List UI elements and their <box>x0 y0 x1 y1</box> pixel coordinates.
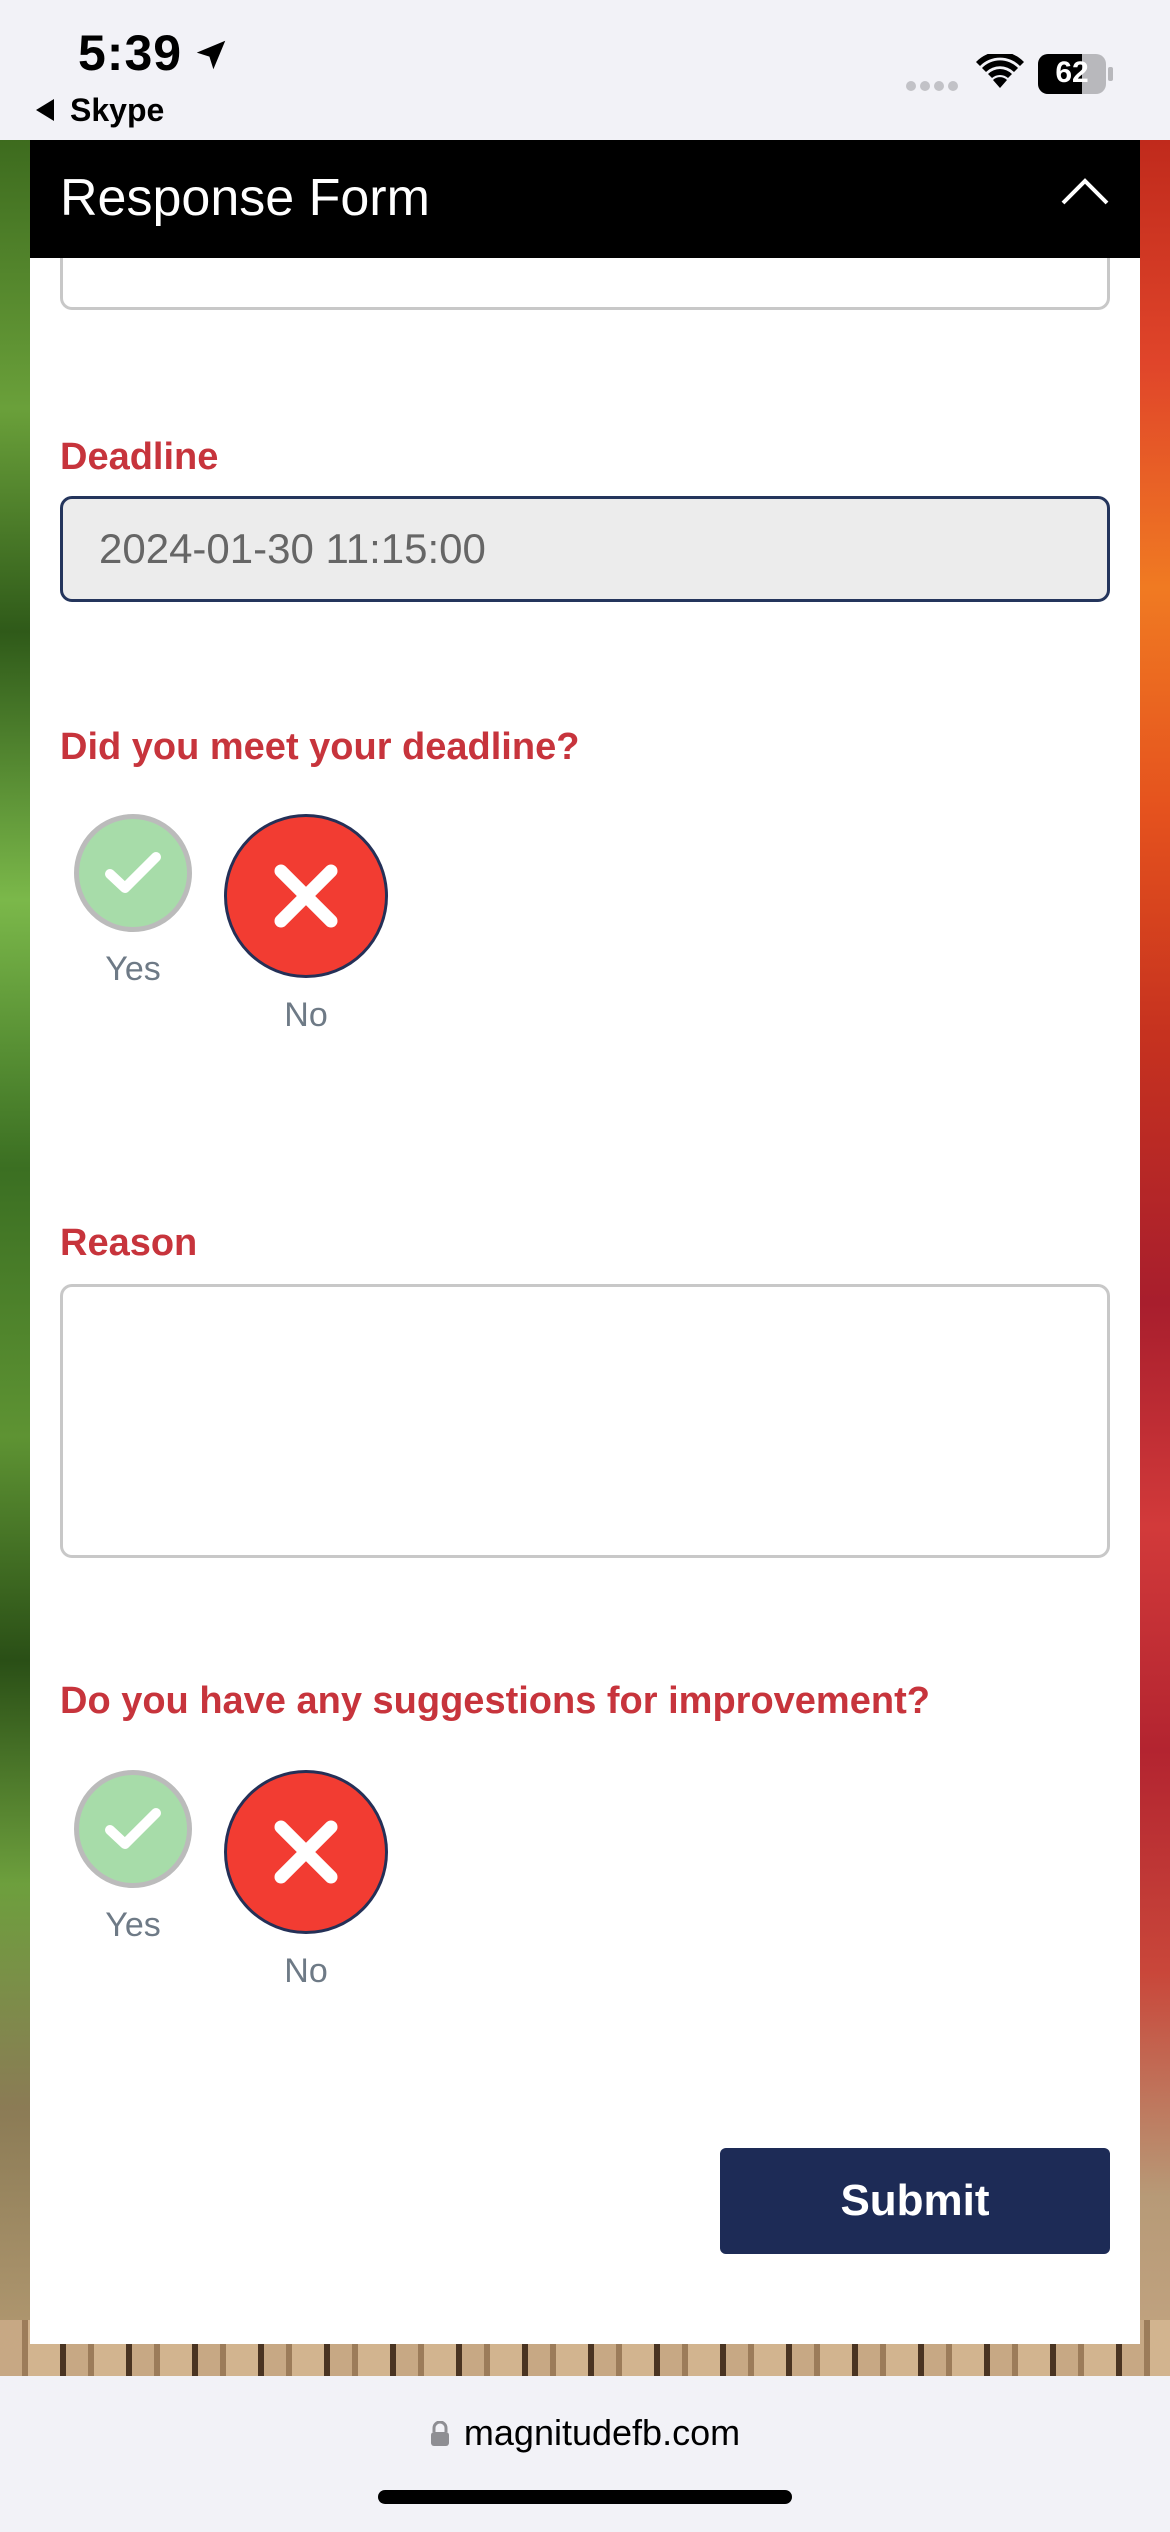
deadline-field[interactable]: 2024-01-30 11:15:00 <box>60 496 1110 602</box>
panel-header: Response Form <box>30 140 1140 258</box>
location-arrow-icon <box>196 40 226 70</box>
suggestions-yes-option[interactable]: Yes <box>74 1770 192 1945</box>
home-indicator[interactable] <box>378 2490 792 2504</box>
back-to-app-link[interactable]: Skype <box>36 92 164 129</box>
address-bar[interactable]: magnitudefb.com <box>0 2412 1170 2454</box>
url-text: magnitudefb.com <box>463 2412 741 2453</box>
background-image-left <box>0 140 30 2376</box>
background-image-right <box>1140 140 1170 2376</box>
status-bar: 5:39 Skype 62 <box>0 0 1170 140</box>
submit-button[interactable]: Submit <box>720 2148 1110 2254</box>
panel-title: Response Form <box>60 169 430 227</box>
check-icon <box>74 1770 192 1888</box>
wifi-icon <box>976 54 1024 88</box>
reason-textarea[interactable] <box>60 1284 1110 1558</box>
met-deadline-no-option[interactable]: No <box>224 814 388 1035</box>
check-icon <box>74 814 192 932</box>
met-deadline-yes-label: Yes <box>105 950 161 988</box>
lock-icon <box>430 2421 449 2446</box>
close-icon <box>224 814 388 978</box>
met-deadline-yes-option[interactable]: Yes <box>74 814 192 989</box>
reason-label: Reason <box>60 1222 198 1264</box>
suggestions-yes-label: Yes <box>105 1906 161 1944</box>
back-app-label: Skype <box>70 92 165 128</box>
chevron-up-icon[interactable] <box>1060 176 1110 206</box>
cellular-signal-icon <box>906 81 958 91</box>
back-triangle-icon <box>36 99 54 121</box>
suggestions-no-label: No <box>284 1952 328 1990</box>
status-time: 5:39 <box>78 25 183 81</box>
battery-level: 62 <box>1055 56 1089 89</box>
met-deadline-no-label: No <box>284 996 328 1034</box>
deadline-label: Deadline <box>60 436 219 478</box>
browser-bottom-bar: magnitudefb.com <box>0 2376 1170 2532</box>
battery-icon: 62 <box>1038 54 1114 94</box>
suggestions-no-option[interactable]: No <box>224 1770 388 1991</box>
close-icon <box>224 1770 388 1934</box>
met-deadline-question: Did you meet your deadline? <box>60 726 580 768</box>
suggestions-question: Do you have any suggestions for improvem… <box>60 1680 930 1722</box>
